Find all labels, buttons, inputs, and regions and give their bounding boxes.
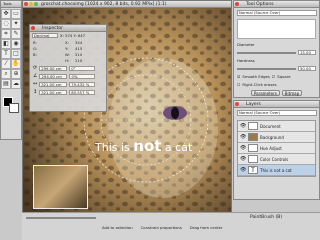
width-icon: ↔ [33,81,38,87]
brush-preview [237,19,316,39]
eraser-tool-icon[interactable]: ◧ [1,39,11,49]
layer-thumbnail [248,155,258,163]
y-value: 415 [75,46,83,51]
document-titlebar[interactable]: groschat.chocoimg [1024 x 902, 8 bits, 0… [23,1,231,8]
layer-thumbnail [248,133,258,141]
tool-options-panel: Tool Options Normal (Source Over) Diamet… [233,0,320,98]
overlay-text[interactable]: This is not a cat [95,137,192,155]
select-tool-icon[interactable]: ▭ [11,9,21,19]
text-layer-icon: T [248,166,258,174]
field-3[interactable]: 321.00 cm [39,81,68,87]
pointer-coords: X: 574 Y: 647 [60,33,86,38]
navigator-thumbnail[interactable] [33,165,88,209]
w-value: 210 [75,52,83,57]
rotate-icon: ⟳ [33,65,38,71]
x-value: 344 [75,40,83,45]
diameter-slider[interactable] [237,51,296,54]
blend-mode-select[interactable]: Normal (Source Over) [237,110,317,116]
brush-tool-icon[interactable]: ✎ [11,29,21,39]
tools-title: Tools [3,2,12,6]
layer-row[interactable]: 👁 Document [238,121,315,132]
hand-tool-icon[interactable]: ✋ [11,59,21,69]
eye-icon[interactable]: 👁 [240,156,246,162]
smooth-edges-checkbox[interactable]: ☑ [237,74,240,79]
field-2b[interactable]: 0% [69,73,96,79]
layer-thumbnail [248,122,258,130]
close-icon[interactable] [235,2,239,6]
tool-options-title: Tool Options [246,2,274,7]
layer-row[interactable]: 👁 Hue Adjust [238,143,315,154]
height-icon: ↕ [33,89,38,95]
close-icon[interactable] [235,102,239,106]
h-value: 210 [75,58,83,63]
add-to-selection-option[interactable]: Add to selection [102,225,133,230]
layer-row[interactable]: 👁 T This is not a cat [238,165,315,176]
field-4[interactable]: 321.00 cm [39,89,68,95]
crop-tool-icon[interactable]: ⌗ [1,29,11,39]
eye-icon[interactable]: 👁 [240,123,246,129]
gradient-tool-icon[interactable]: ▤ [1,79,11,89]
hardness-label: Hardness [237,58,255,63]
diameter-value[interactable]: 15.00 [298,50,316,55]
zoom-icon[interactable] [34,2,38,6]
drag-from-center-option[interactable]: Drag from center [190,225,223,230]
constrain-proportions-option[interactable]: Constrain proportions [141,225,182,230]
fill-tool-icon[interactable]: ◉ [11,39,21,49]
square-checkbox[interactable]: ☐ [272,74,275,79]
lasso-tool-icon[interactable]: ◌ [1,19,11,29]
hardness-value[interactable]: 50.00 [298,66,316,71]
clone-tool-icon[interactable]: ⊕ [11,69,21,79]
smudge-tool-icon[interactable]: ☁ [11,79,21,89]
eye-icon[interactable]: 👁 [240,134,246,140]
current-tool-label: PaintBrush (B) [250,215,283,220]
right-click-erases-checkbox[interactable]: ☐ [237,82,240,87]
unit-select[interactable]: Decimal [32,33,58,38]
close-icon[interactable] [31,26,35,30]
status-bar: PaintBrush (B) Add to selection Constrai… [22,212,320,240]
document-title: groschat.chocoimg [1024 x 902, 8 bits, 0… [41,2,167,7]
move-tool-icon[interactable]: ✥ [1,9,11,19]
angle-icon: ∠ [33,73,38,79]
zoom-slider[interactable] [26,216,96,219]
hardness-slider[interactable] [237,67,296,70]
field-1b[interactable]: 0° [69,65,96,71]
field-4b[interactable]: 80.557 % [69,89,96,95]
layers-panel: Layers Normal (Source Over) 👁 Document 👁 B… [233,100,320,200]
shape-tool-icon[interactable]: □ [11,49,21,59]
bitmap-button[interactable]: Bitmap [281,90,303,96]
zoom-tool-icon[interactable]: ⌕ [1,69,11,79]
field-1[interactable]: 299.00 cm [39,65,68,71]
field-2[interactable]: 294.00 cm [39,73,68,79]
diameter-label: Diameter [237,42,255,47]
parameters-button[interactable]: Parameters [250,90,280,96]
inspector-title: Inspector [42,26,63,31]
field-3b[interactable]: 79.432 % [69,81,96,87]
eye-icon[interactable]: 👁 [240,145,246,151]
close-icon[interactable] [24,2,28,6]
background-color-swatch[interactable] [9,103,19,113]
inspector-panel: Inspector Decimal X: 574 Y: 647 R: X: 344 … [29,24,107,112]
layer-row[interactable]: 👁 Background [238,132,315,143]
wand-tool-icon[interactable]: ✦ [11,19,21,29]
layer-row[interactable]: 👁 Color Controls [238,154,315,165]
layer-thumbnail [248,144,258,152]
brush-mode-select[interactable]: Normal (Source Over) [237,10,317,16]
layers-title: Layers [246,102,261,107]
eye-icon[interactable]: 👁 [240,167,246,173]
layer-list: 👁 Document 👁 Background 👁 Hue Adjust 👁 Color… [237,120,316,177]
text-tool-icon[interactable]: T [1,49,11,59]
eyedropper-tool-icon[interactable]: ⁄ [1,59,11,69]
minimize-icon[interactable] [29,2,33,6]
tools-palette: Tools ✥ ▭ ◌ ✦ ⌗ ✎ ◧ ◉ T □ ⁄ ✋ ⌕ ⊕ ▤ ☁ [0,0,22,140]
